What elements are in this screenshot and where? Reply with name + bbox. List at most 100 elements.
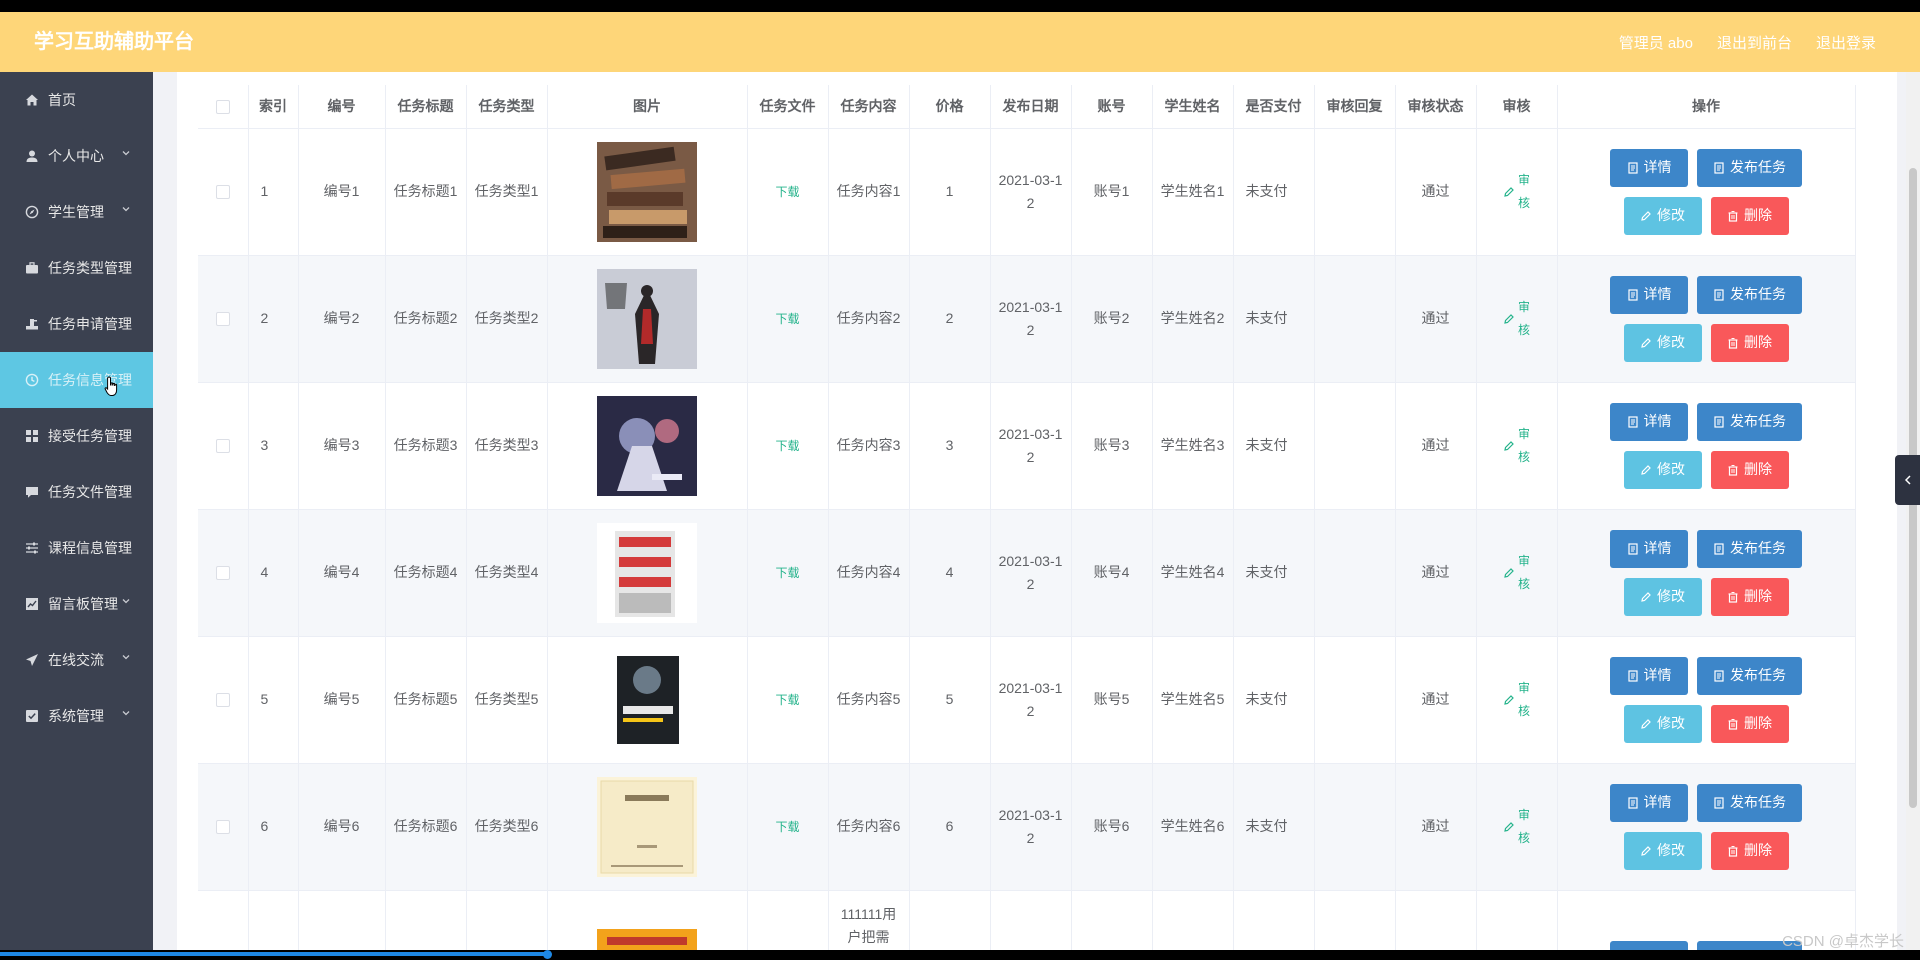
row-checkbox[interactable] [215,185,230,200]
title-cell: 任务标题6 [385,763,467,891]
publish-task-button[interactable]: 发布任务 [1697,783,1802,822]
sidebar-item-6[interactable]: 任务信息管理 [0,352,153,408]
file-cell: 下载 [747,382,829,510]
detail-button[interactable]: 详情 [1610,402,1688,441]
edit-button[interactable]: 修改 [1623,704,1702,743]
download-link[interactable]: 下载 [775,185,799,199]
sidebar-item-9[interactable]: 课程信息管理 [0,520,153,576]
download-link[interactable]: 下载 [775,439,799,453]
sidebar-item-3[interactable]: 学生管理 [0,184,153,240]
sidebar-item-1[interactable]: 首页 [0,72,153,128]
code-cell: 编号2 [298,255,386,383]
file-cell: 下载 [747,763,829,891]
delete-label: 删除 [1744,842,1772,858]
edit-button[interactable]: 修改 [1623,577,1702,616]
hand-cursor-icon [104,376,118,396]
sidebar-item-7[interactable]: 接受任务管理 [0,408,153,464]
audit-link[interactable]: 审核 [1503,677,1530,723]
back-to-frontend-link[interactable]: 退出到前台 [1717,32,1792,53]
progress-knob[interactable] [543,950,552,959]
delete-button[interactable]: 删除 [1710,831,1789,870]
drawer-toggle-button[interactable] [1895,455,1920,505]
column-header: 任务文件 [747,85,829,129]
select-all-checkbox[interactable] [215,100,230,115]
sidebar-item-4[interactable]: 任务类型管理 [0,240,153,296]
status-cell: 通过 [1395,509,1477,637]
detail-button[interactable]: 详情 [1610,656,1688,695]
delete-button[interactable]: 删除 [1710,450,1789,489]
delete-button[interactable]: 删除 [1710,577,1789,616]
download-link[interactable]: 下载 [775,312,799,326]
sidebar-item-5[interactable]: 任务申请管理 [0,296,153,352]
student-cell: 学生姓名4 [1152,509,1234,637]
audit-link[interactable]: 审核 [1503,296,1530,342]
status-cell: 通过 [1395,382,1477,510]
edit-button[interactable]: 修改 [1623,831,1702,870]
index-cell: 1 [248,128,299,256]
paid-cell: 未支付 [1233,255,1315,383]
delete-button[interactable]: 删除 [1710,704,1789,743]
audit-link[interactable]: 审核 [1503,423,1530,469]
delete-label: 删除 [1744,461,1772,477]
logout-link[interactable]: 退出登录 [1816,32,1876,53]
sidebar-item-10[interactable]: 留言板管理 [0,576,153,632]
edit-button[interactable]: 修改 [1623,196,1702,235]
type-cell: 任务类型6 [466,763,548,891]
row-checkbox[interactable] [215,312,230,327]
audit-link[interactable]: 审核 [1503,804,1530,850]
date-cell: 2021-03-12 [990,636,1072,764]
vertical-scrollbar[interactable] [1906,72,1920,950]
sidebar-item-12[interactable]: 系统管理 [0,688,153,744]
download-link[interactable]: 下载 [775,820,799,834]
delete-button[interactable]: 删除 [1710,323,1789,362]
edit-button[interactable]: 修改 [1623,323,1702,362]
sidebar-item-8[interactable]: 任务文件管理 [0,464,153,520]
sidebar-item-2[interactable]: 个人中心 [0,128,153,184]
account-cell: 账号5 [1071,636,1153,764]
detail-label: 详情 [1643,159,1672,175]
detail-button[interactable]: 详情 [1610,275,1688,314]
edit-label: 修改 [1657,588,1685,604]
checkbox-cell [198,382,249,510]
student-cell: 学生姓名6 [1152,763,1234,891]
publish-task-button[interactable]: 发布任务 [1697,148,1802,187]
checkbox-cell [198,509,249,637]
publish-task-button[interactable]: 发布任务 [1697,529,1802,568]
trash-icon [1728,718,1738,730]
video-progress-bar[interactable] [0,952,548,956]
detail-button[interactable]: 详情 [1610,783,1688,822]
row-checkbox[interactable] [215,693,230,708]
publish-task-button[interactable]: 发布任务 [1697,275,1802,314]
delete-button[interactable]: 删除 [1710,196,1789,235]
edit-button[interactable]: 修改 [1623,450,1702,489]
document-icon [1627,796,1638,809]
download-link[interactable]: 下载 [775,566,799,580]
document-icon [1714,669,1724,682]
audit-link[interactable]: 审核 [1503,550,1530,596]
student-cell: 学生姓名3 [1152,382,1234,510]
row-checkbox[interactable] [215,566,230,581]
row-checkbox[interactable] [215,439,230,454]
document-icon [1714,415,1724,428]
audit-label: 审核 [1517,426,1530,464]
detail-button[interactable]: 详情 [1610,529,1688,568]
main-content: 索引 编号 任务标题 任务类型 图片 任务文件 任务内容 价格 发布日期 账号 学生姓名 是否支付 审核… [153,72,1920,950]
sidebar-item-11[interactable]: 在线交流 [0,632,153,688]
detail-button[interactable] [1610,940,1688,950]
actions-cell: 详情 发布任务修改 删除 [1557,128,1856,256]
image-cell [547,128,748,256]
download-link[interactable]: 下载 [775,693,799,707]
detail-button[interactable]: 详情 [1610,148,1688,187]
audit-link[interactable]: 审核 [1503,169,1530,215]
edit-icon [1641,718,1651,729]
stamp-icon [24,316,40,332]
price-cell: 6 [909,763,991,891]
publish-task-button[interactable]: 发布任务 [1697,656,1802,695]
publish-task-button[interactable]: 发布任务 [1697,402,1802,441]
checkbox-cell [198,890,249,950]
row-checkbox[interactable] [215,820,230,835]
admin-user-link[interactable]: 管理员 abo [1619,32,1693,53]
audit-cell: 审核 [1476,763,1558,891]
column-header: 操作 [1557,85,1856,129]
document-icon [1714,796,1724,809]
